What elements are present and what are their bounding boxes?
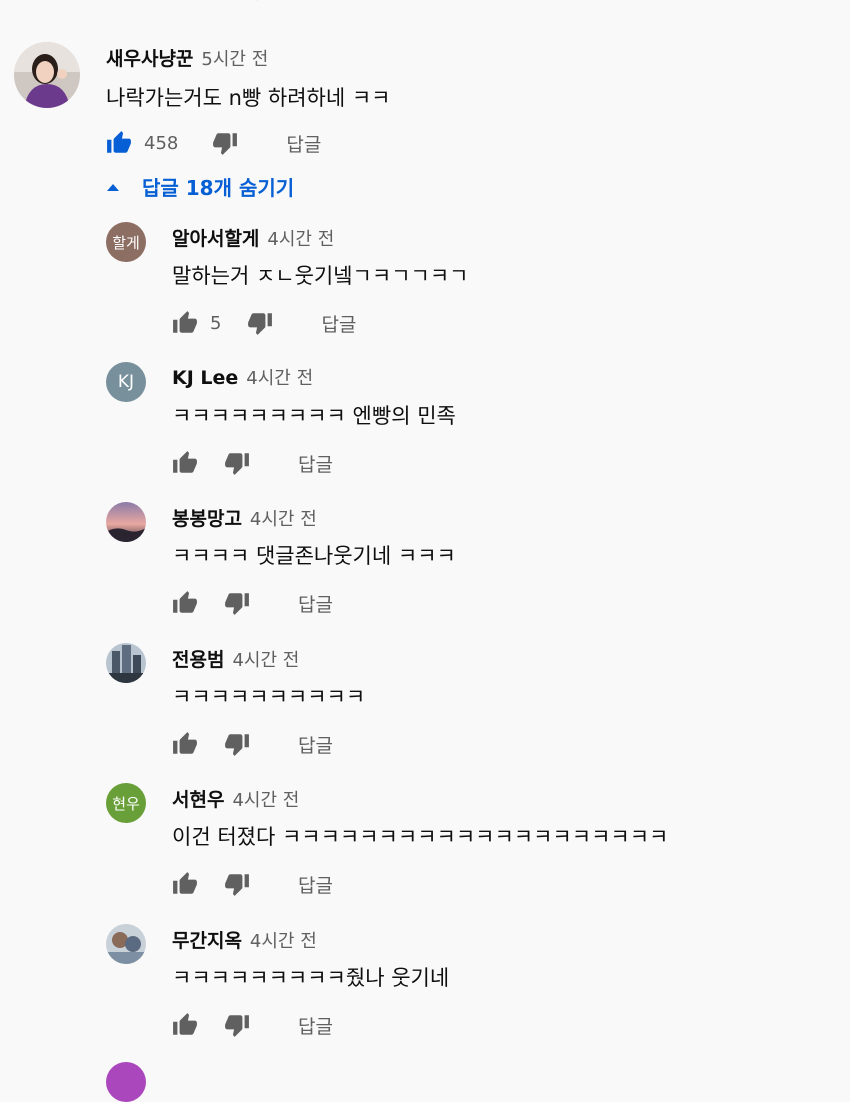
comment-time[interactable]: 4시간 전 [250, 505, 317, 531]
avatar[interactable]: KJ [106, 362, 146, 402]
reply-button[interactable]: 답글 [298, 731, 333, 758]
thumb-down-icon [225, 1015, 249, 1037]
avatar[interactable] [106, 643, 146, 683]
thumb-down-icon [225, 734, 249, 756]
comment-actions: 답글 [172, 729, 333, 759]
thumb-up-icon [173, 311, 197, 333]
thumb-up-icon [173, 732, 197, 754]
comment-header: 알아서할게 4시간 전 [172, 224, 334, 251]
comment-actions: 답글 [172, 588, 333, 618]
like-button[interactable] [172, 590, 198, 616]
avatar-photo [14, 42, 80, 108]
avatar[interactable] [106, 924, 146, 964]
reply-button[interactable]: 답글 [298, 590, 333, 617]
comment-time[interactable]: 4시간 전 [246, 364, 313, 390]
comment-actions: 458 답글 [106, 128, 321, 158]
dislike-button[interactable] [212, 130, 238, 156]
comment-header: 전용범 4시간 전 [172, 645, 299, 672]
reply-button[interactable]: 답글 [298, 450, 333, 477]
comment-author[interactable]: 전용범 [172, 645, 224, 672]
like-button[interactable] [172, 1012, 198, 1038]
caret-up-icon [107, 183, 119, 191]
comment-text: ㅋㅋㅋㅋㅋㅋㅋㅋㅋ줬나 웃기네 [172, 966, 450, 990]
avatar[interactable] [14, 42, 80, 108]
thumb-down-icon [225, 593, 249, 615]
thumb-down-icon [213, 133, 238, 155]
comment-header: KJ Lee 4시간 전 [172, 364, 313, 390]
comment-header: 서현우 4시간 전 [172, 785, 299, 812]
comment-text: 나락가는거도 n빵 하려하네 ㅋㅋ [106, 86, 391, 110]
thumb-down-icon [248, 313, 273, 335]
thumb-up-icon [173, 872, 197, 894]
comment-time[interactable]: 4시간 전 [232, 786, 299, 812]
comment-text: ㅋㅋㅋㅋㅋㅋㅋㅋㅋㅋ [172, 685, 366, 709]
comment-actions: 답글 [172, 869, 333, 899]
like-count: 5 [210, 312, 222, 334]
thumb-up-icon [173, 1013, 197, 1035]
dislike-button[interactable] [224, 450, 250, 476]
reply-button[interactable]: 답글 [298, 1012, 333, 1039]
like-button[interactable] [172, 731, 198, 757]
avatar-photo [106, 924, 146, 964]
dislike-button[interactable] [247, 310, 273, 336]
avatar-photo [106, 502, 146, 542]
comment-author[interactable]: 봉봉망고 [172, 504, 242, 531]
like-count: 458 [144, 132, 179, 154]
comment-time[interactable]: 4시간 전 [232, 646, 299, 672]
like-button[interactable] [172, 871, 198, 897]
avatar-initials: 현우 [112, 794, 140, 813]
avatar[interactable] [106, 502, 146, 542]
comment-text: ㅋㅋㅋㅋ 댓글존나웃기네 ㅋㅋㅋ [172, 544, 456, 568]
reply-button[interactable]: 답글 [321, 310, 356, 337]
thumb-down-icon [225, 874, 249, 896]
like-button[interactable] [172, 450, 198, 476]
thumb-down-icon [225, 453, 249, 475]
avatar[interactable]: 현우 [106, 783, 146, 823]
comment-author[interactable]: 서현우 [172, 785, 224, 812]
comment-time[interactable]: 4시간 전 [267, 225, 334, 251]
dislike-button[interactable] [224, 871, 250, 897]
hide-replies-button[interactable]: 답글 18개 숨기기 [106, 172, 294, 201]
comment-text: ㅋㅋㅋㅋㅋㅋㅋㅋㅋ 엔빵의 민족 [172, 404, 456, 428]
comment-author[interactable]: KJ Lee [172, 367, 238, 389]
comment-text: 이건 터졌다 ㅋㅋㅋㅋㅋㅋㅋㅋㅋㅋㅋㅋㅋㅋㅋㅋㅋㅋㅋㅋ [172, 825, 669, 849]
avatar-initials: 할게 [112, 233, 140, 252]
comment-text: 말하는거 ㅈㄴ웃기넼ㄱㅋㄱㄱㅋㄱ [172, 264, 469, 288]
like-button[interactable] [106, 130, 132, 156]
avatar-initials: KJ [117, 372, 135, 392]
comment-actions: 답글 [172, 1010, 333, 1040]
hide-replies-label: 답글 18개 숨기기 [142, 176, 295, 200]
comment-time[interactable]: 4시간 전 [250, 927, 317, 953]
like-button[interactable] [172, 310, 198, 336]
dislike-button[interactable] [224, 1012, 250, 1038]
comment-time[interactable]: 5시간 전 [201, 45, 268, 71]
dislike-button[interactable] [224, 731, 250, 757]
comment-header: 새우사냥꾼 5시간 전 [106, 44, 268, 71]
reply-button[interactable]: 답글 [286, 130, 321, 157]
thumb-up-icon [173, 451, 197, 473]
avatar[interactable]: 할게 [106, 222, 146, 262]
comment-actions: 답글 [172, 448, 333, 478]
dislike-button[interactable] [224, 590, 250, 616]
comment-header: 봉봉망고 4시간 전 [172, 504, 317, 531]
comment-author[interactable]: 새우사냥꾼 [106, 44, 193, 71]
comment-actions: 5 답글 [172, 308, 356, 338]
comment-author[interactable]: 무간지옥 [172, 926, 242, 953]
thumb-up-icon [173, 591, 197, 613]
reply-button[interactable]: 답글 [298, 871, 333, 898]
thumb-up-icon [107, 131, 131, 153]
avatar[interactable] [106, 1062, 146, 1102]
comment-header: 무간지옥 4시간 전 [172, 926, 317, 953]
avatar-photo [106, 643, 146, 683]
chevron-down-icon [256, 0, 258, 1]
comment-author[interactable]: 알아서할게 [172, 224, 259, 251]
